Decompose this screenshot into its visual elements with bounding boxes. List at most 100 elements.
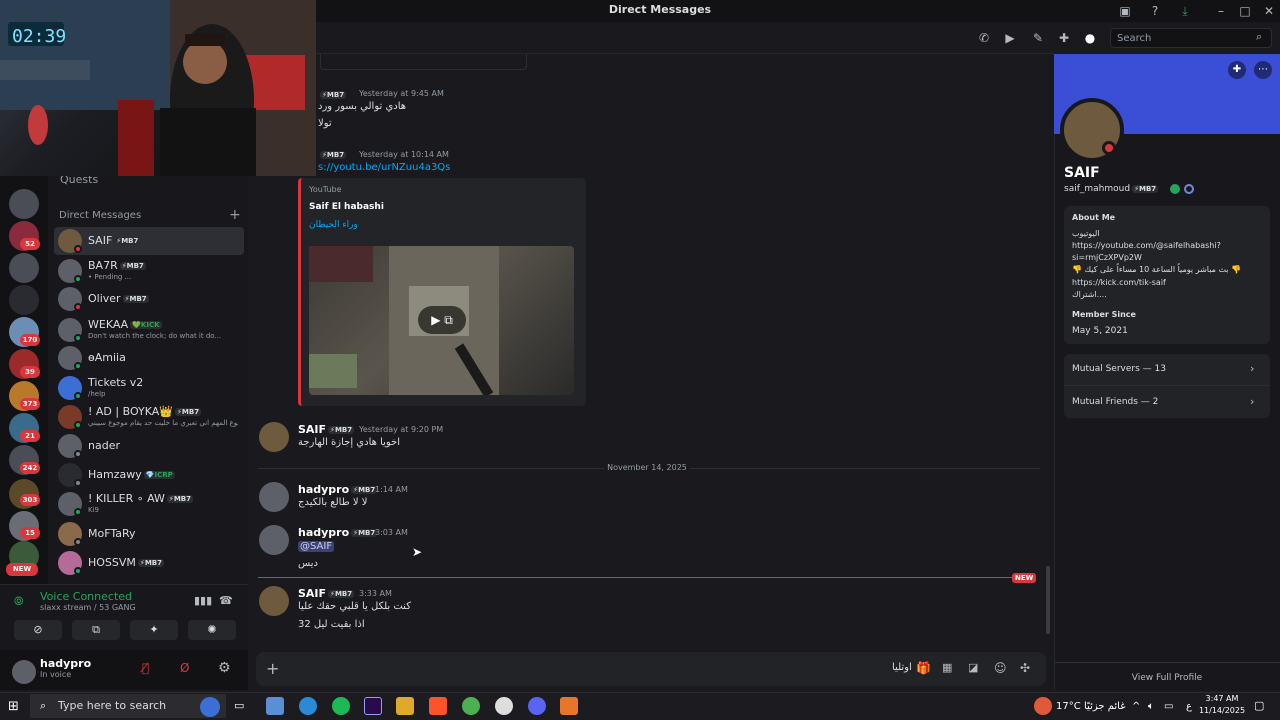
settings-icon[interactable]: ⚙ (218, 660, 231, 676)
minimize-icon[interactable]: – (1212, 2, 1230, 20)
dm-item[interactable]: Hamzawy 💎ICRP (54, 461, 244, 489)
author-name[interactable]: hadypro (298, 526, 349, 539)
inbox-icon[interactable]: ▣ (1116, 2, 1134, 20)
dm-item[interactable]: HOSSVM ⚡MB7 (54, 549, 244, 577)
network-icon[interactable]: ▭ (1164, 701, 1173, 712)
dm-item[interactable]: WEKAA 💚KICK Don't watch the clock; do wha… (54, 316, 244, 344)
youtube-link[interactable]: s://youtu.be/urNZuu4a3Qs (318, 162, 450, 173)
dm-name: WEKAA (88, 318, 129, 331)
dm-item[interactable]: ! KILLER ∘ AW ⚡MB7 Ki9 (54, 490, 244, 518)
dm-item[interactable]: nader (54, 432, 244, 460)
app-icon[interactable] (560, 697, 578, 715)
weather-icon[interactable] (1034, 697, 1052, 715)
author-name[interactable]: SAIF (298, 587, 326, 600)
add-attachment-icon[interactable]: + (266, 659, 279, 678)
mutual-servers-link[interactable]: Mutual Servers — 13 (1072, 364, 1166, 374)
clock-time[interactable]: 3:47 AM (1198, 694, 1246, 703)
avatar[interactable] (259, 525, 289, 555)
discord-icon[interactable] (528, 697, 546, 715)
add-friend-icon[interactable]: ✚ (1056, 30, 1072, 46)
soundboard-icon[interactable]: ▮▮▮ (194, 594, 212, 607)
file-explorer-icon[interactable] (396, 697, 414, 715)
about-link[interactable]: si=rmjCzXPVp2W (1072, 253, 1142, 262)
disconnect-icon[interactable]: ☎ (219, 594, 233, 607)
gift-icon[interactable]: 🎁 (916, 661, 931, 675)
windows-start-icon[interactable]: ⊞ (8, 699, 19, 714)
avatar[interactable] (259, 422, 289, 452)
clock-date[interactable]: 11/14/2025 (1198, 706, 1246, 715)
server-icon[interactable] (9, 285, 39, 315)
search-highlight-icon[interactable] (200, 697, 220, 717)
call-icon[interactable]: ✆ (976, 30, 992, 46)
search-input[interactable]: Search (1110, 28, 1272, 48)
gif-icon[interactable]: ▦ (942, 661, 952, 674)
scrollbar[interactable] (1046, 566, 1050, 634)
video-icon[interactable]: ▶ (1002, 30, 1018, 46)
divider (1064, 385, 1270, 386)
activity-button[interactable]: ✦ (130, 620, 178, 640)
view-full-profile-link[interactable]: View Full Profile (1054, 673, 1280, 683)
task-view-icon[interactable]: ▭ (234, 699, 244, 712)
author-name[interactable]: SAIF (298, 423, 326, 436)
camera-button[interactable]: ⊘ (14, 620, 62, 640)
maximize-icon[interactable]: □ (1236, 2, 1254, 20)
create-dm-button[interactable]: + (229, 207, 241, 223)
download-icon[interactable]: ⤓ (1176, 2, 1194, 20)
user-mention[interactable]: @SAIF (298, 541, 335, 552)
dm-item[interactable]: SAIF ⚡MB7 (54, 227, 244, 255)
more-icon[interactable]: ⋯ (1254, 61, 1272, 79)
weather-text[interactable]: غائم جزئيًا (1084, 701, 1125, 712)
premiere-icon[interactable] (364, 697, 382, 715)
voice-status[interactable]: Voice Connected (40, 590, 132, 603)
dm-item[interactable]: Tickets v2 /help (54, 374, 244, 402)
server-icon[interactable] (9, 189, 39, 219)
volume-icon[interactable]: 🔈︎ (1148, 701, 1154, 712)
dm-item[interactable]: MoFTaRy (54, 520, 244, 548)
about-link[interactable]: https://youtube.com/@saifelhabashi? (1072, 241, 1221, 250)
help-icon[interactable]: ? (1146, 2, 1164, 20)
server-icon[interactable] (9, 253, 39, 283)
dm-header: Direct Messages (59, 210, 142, 221)
weather-temp[interactable]: 17°C (1056, 701, 1081, 712)
obs-icon[interactable] (495, 697, 513, 715)
avatar[interactable] (12, 660, 36, 684)
emoji-icon[interactable]: ☺ (994, 661, 1007, 675)
clan-tag: ⚡MB7 (351, 529, 378, 537)
brave-icon[interactable] (429, 697, 447, 715)
deafen-icon[interactable]: Ø (180, 661, 189, 675)
app-label[interactable]: اوتليا (892, 662, 912, 673)
pin-icon[interactable]: ✎ (1030, 30, 1046, 46)
copilot-icon[interactable] (266, 697, 284, 715)
mute-icon[interactable]: 🎙̸ (142, 661, 149, 675)
spotify-icon[interactable] (332, 697, 350, 715)
embed-channel[interactable]: وراء الحيطان (309, 220, 358, 230)
unread-badge: 15 (20, 527, 40, 539)
input-language[interactable]: ع (1186, 701, 1192, 712)
dm-item[interactable]: ɵAmiia (54, 344, 244, 372)
apps-icon[interactable]: ✣ (1020, 661, 1030, 675)
notification-icon[interactable]: ▢ (1254, 699, 1264, 712)
play-icon[interactable]: ▶ ⧉ (418, 306, 466, 334)
message-text: تولا (318, 118, 332, 129)
avatar[interactable] (259, 482, 289, 512)
dm-item[interactable]: Oliver ⚡MB7 (54, 285, 244, 313)
profile-icon[interactable]: ● (1082, 30, 1098, 46)
soundboard-button[interactable]: ✺ (188, 620, 236, 640)
dm-item[interactable]: BA7R ⚡MB7 • Pending ... (54, 257, 244, 285)
sticker-icon[interactable]: ◪ (968, 661, 978, 674)
embed-title[interactable]: Saif El habashi (309, 202, 384, 212)
taskbar-search[interactable]: Type here to search (30, 694, 226, 718)
avatar[interactable] (259, 586, 289, 616)
voice-channel[interactable]: slaxx stream / 53 GANG (40, 603, 136, 612)
dm-item[interactable]: ! AD | BOYKA👑⚡MB7 موجوع المهم اني تعبري … (54, 403, 244, 431)
chrome-icon[interactable] (462, 697, 480, 715)
author-name[interactable]: hadypro (298, 483, 349, 496)
close-icon[interactable]: ✕ (1260, 2, 1278, 20)
user-name[interactable]: hadypro (40, 657, 91, 670)
tray-chevron-icon[interactable]: ^ (1132, 701, 1140, 712)
screenshare-button[interactable]: ⧉ (72, 620, 120, 640)
add-friend-icon[interactable]: ✚ (1228, 61, 1246, 79)
about-link[interactable]: https://kick.com/tik-saif (1072, 278, 1166, 287)
mutual-friends-link[interactable]: Mutual Friends — 2 (1072, 397, 1158, 407)
edge-icon[interactable] (299, 697, 317, 715)
